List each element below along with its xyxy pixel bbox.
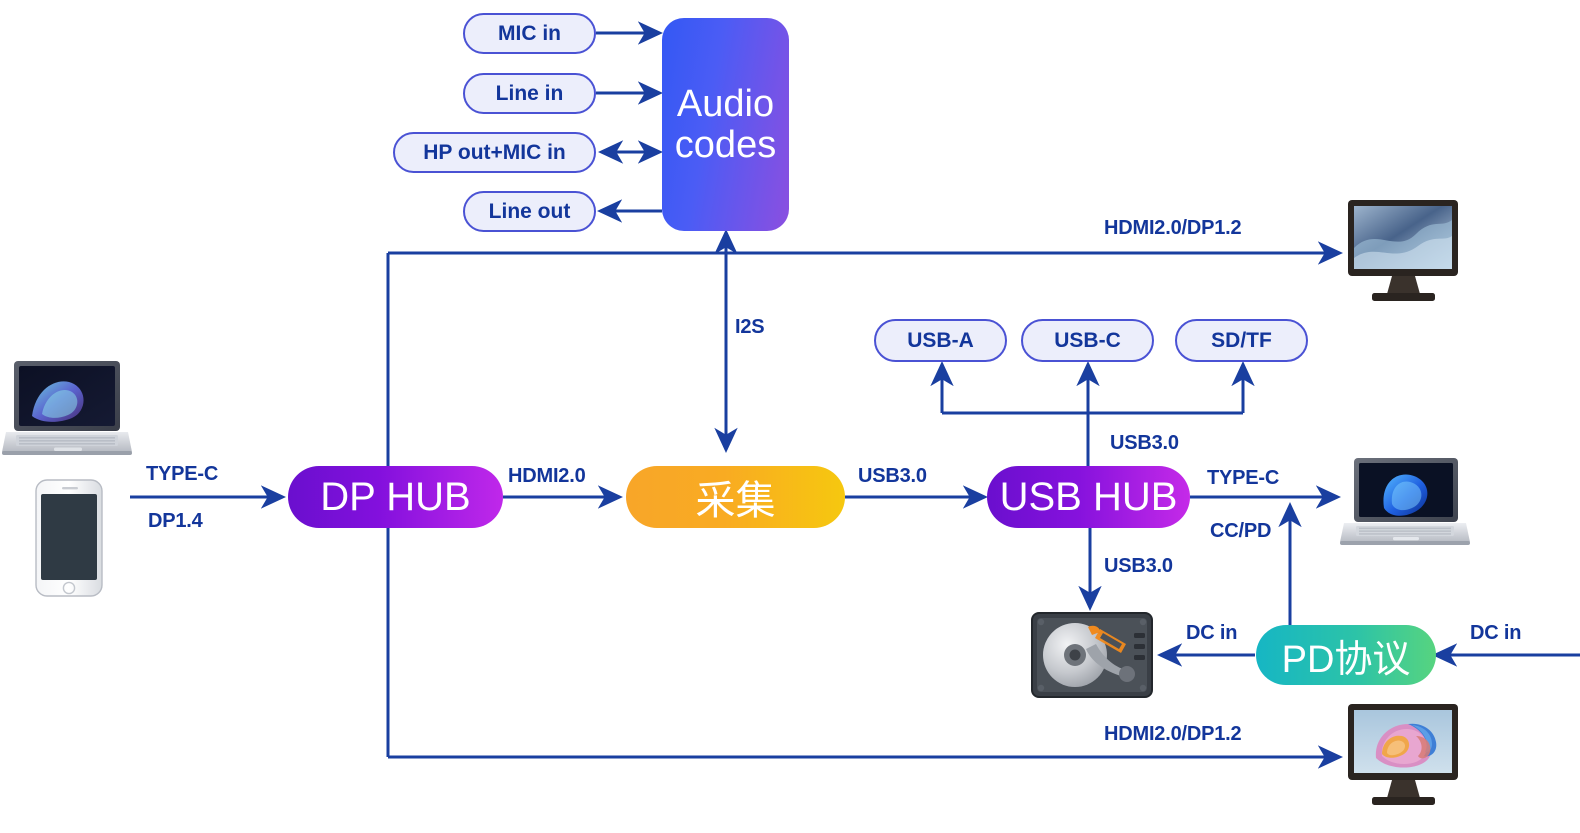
label-hdmi-dp-bottom: HDMI2.0/DP1.2 <box>1104 723 1242 745</box>
port-label: USB-A <box>907 328 974 352</box>
label-usb30-ports: USB3.0 <box>1110 432 1179 454</box>
label-dc-in-right: DC in <box>1470 622 1522 644</box>
audio-codes-line-2: codes <box>674 123 777 166</box>
block-capture[interactable]: 采集 <box>626 466 845 528</box>
label-dc-in-left: DC in <box>1186 622 1238 644</box>
port-pill-usb-c[interactable]: USB-C <box>1021 319 1154 362</box>
port-pill-usb-a[interactable]: USB-A <box>874 319 1007 362</box>
label-hdmi-dp-top: HDMI2.0/DP1.2 <box>1104 217 1242 239</box>
audio-codes-line-1: Audio <box>676 83 775 126</box>
block-label: DP HUB <box>320 474 471 519</box>
device-monitor-bottom <box>1346 702 1461 810</box>
label-dp14-in: DP1.4 <box>148 510 203 532</box>
label-cc-pd: CC/PD <box>1210 520 1272 542</box>
port-label: USB-C <box>1054 328 1121 352</box>
port-pill-hp-out-mic-in[interactable]: HP out+MIC in <box>393 132 596 173</box>
port-pill-line-out[interactable]: Line out <box>463 191 596 232</box>
block-audio-codes[interactable]: Audio codes <box>662 18 789 231</box>
block-label: USB HUB <box>999 474 1178 519</box>
label-hdmi20: HDMI2.0 <box>508 465 586 487</box>
port-label: HP out+MIC in <box>423 140 566 164</box>
device-storage-hdd <box>1030 611 1154 699</box>
port-label: MIC in <box>498 21 561 45</box>
wire-layer <box>130 21 1580 769</box>
block-label: 采集 <box>695 479 776 523</box>
block-pd-protocol[interactable]: PD协议 <box>1256 625 1436 685</box>
port-label: Line out <box>488 199 571 223</box>
port-label: Line in <box>495 81 564 105</box>
label-i2s: I2S <box>735 316 765 338</box>
port-pill-mic-in[interactable]: MIC in <box>463 13 596 54</box>
label-usb30-storage: USB3.0 <box>1104 555 1173 577</box>
label-type-c-out: TYPE-C <box>1207 467 1280 489</box>
port-pill-sd-tf[interactable]: SD/TF <box>1175 319 1308 362</box>
block-usb-hub[interactable]: USB HUB <box>987 466 1190 528</box>
device-source-phone <box>34 478 104 598</box>
port-pill-line-in[interactable]: Line in <box>463 73 596 114</box>
block-dp-hub[interactable]: DP HUB <box>288 466 503 528</box>
device-source-laptop <box>2 358 132 458</box>
label-usb30-capture-hub: USB3.0 <box>858 465 927 487</box>
diagram-canvas: MIC in Line in HP out+MIC in Line out Au… <box>0 0 1580 833</box>
device-monitor-top <box>1346 198 1461 306</box>
block-label: PD协议 <box>1281 638 1411 681</box>
port-label: SD/TF <box>1211 328 1272 352</box>
device-target-laptop <box>1340 456 1470 548</box>
label-type-c-in: TYPE-C <box>146 463 219 485</box>
